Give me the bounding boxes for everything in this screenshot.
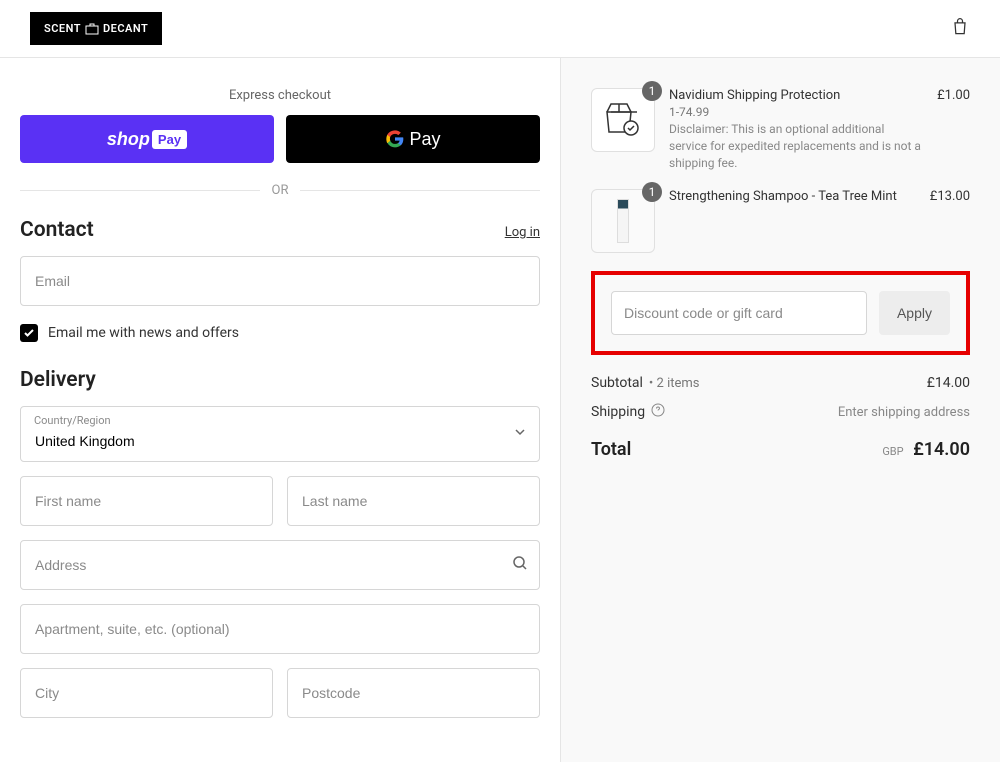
discount-code-field[interactable] [611, 291, 867, 335]
cart-item: 1 Strengthening Shampoo - Tea Tree Mint … [591, 189, 970, 253]
newsletter-checkbox[interactable] [20, 324, 38, 342]
item-name: Navidium Shipping Protection [669, 88, 923, 103]
city-field[interactable] [20, 668, 273, 718]
apartment-field[interactable] [20, 604, 540, 654]
item-qty-badge: 1 [642, 81, 662, 101]
suitcase-icon [85, 23, 99, 35]
item-name: Strengthening Shampoo - Tea Tree Mint [669, 189, 916, 204]
cart-icon[interactable] [950, 17, 970, 41]
shipping-value: Enter shipping address [838, 405, 970, 420]
gpay-logo: Pay [385, 129, 440, 150]
brand-logo[interactable]: SCENT DECANT [30, 12, 162, 45]
item-thumbnail: 1 [591, 88, 655, 152]
newsletter-label: Email me with news and offers [48, 325, 239, 341]
item-thumbnail: 1 [591, 189, 655, 253]
postcode-field[interactable] [287, 668, 540, 718]
google-pay-button[interactable]: Pay [286, 115, 540, 163]
email-field[interactable] [20, 256, 540, 306]
address-field[interactable] [20, 540, 540, 590]
brand-text-2: DECANT [103, 22, 148, 35]
subtotal-label: Subtotal • 2 items [591, 375, 700, 391]
item-price: £13.00 [930, 189, 970, 253]
last-name-field[interactable] [287, 476, 540, 526]
discount-highlight-box: Apply [591, 271, 970, 355]
item-price: £1.00 [937, 88, 970, 171]
express-checkout-label: Express checkout [20, 88, 540, 103]
shop-pay-logo: shop Pay [107, 129, 187, 150]
subtotal-value: £14.00 [927, 375, 970, 391]
total-value: GBP £14.00 [882, 439, 970, 460]
login-link[interactable]: Log in [505, 225, 540, 240]
search-icon [512, 555, 528, 575]
divider-label: OR [260, 183, 301, 198]
item-disclaimer: Disclaimer: This is an optional addition… [669, 121, 923, 171]
contact-heading: Contact [20, 218, 94, 242]
cart-item: 1 Navidium Shipping Protection 1-74.99 D… [591, 88, 970, 171]
shipping-label: Shipping [591, 403, 665, 421]
item-variant: 1-74.99 [669, 105, 923, 119]
item-qty-badge: 1 [642, 182, 662, 202]
first-name-field[interactable] [20, 476, 273, 526]
apply-button[interactable]: Apply [879, 291, 950, 335]
brand-text: SCENT [44, 22, 81, 35]
shop-pay-button[interactable]: shop Pay [20, 115, 274, 163]
help-icon[interactable] [651, 403, 665, 421]
total-label: Total [591, 439, 631, 460]
delivery-heading: Delivery [20, 368, 540, 392]
country-label: Country/Region [34, 414, 111, 427]
